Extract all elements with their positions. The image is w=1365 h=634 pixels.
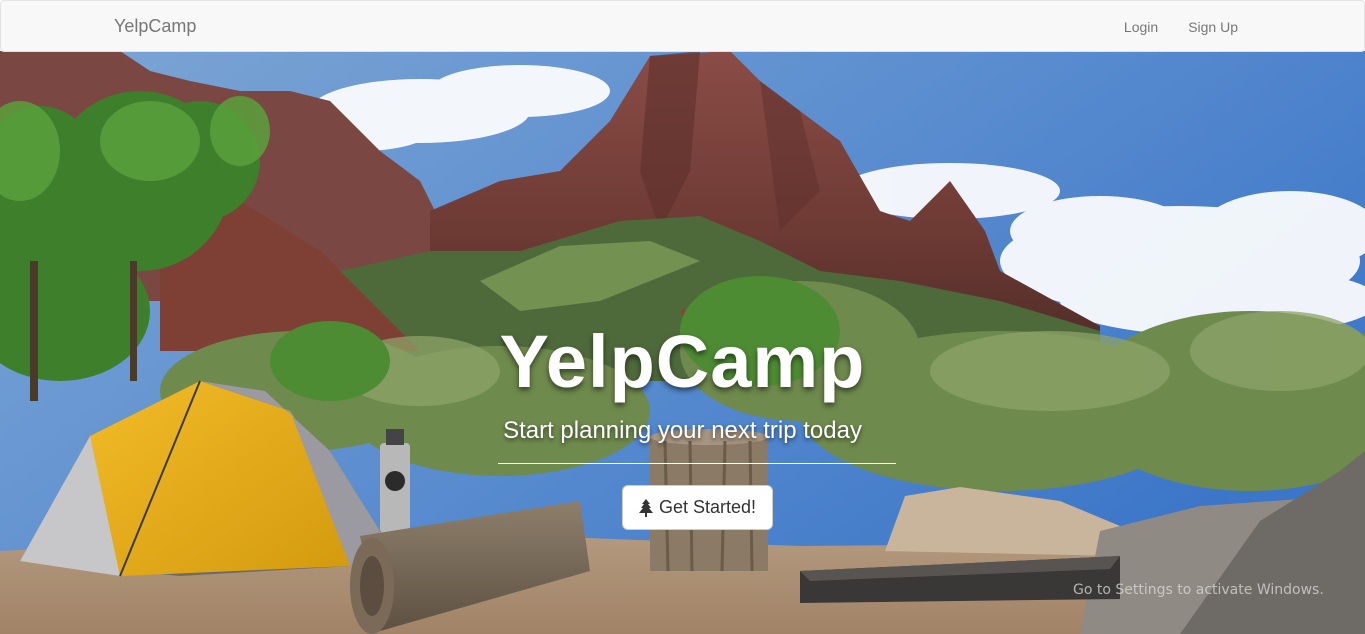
windows-activation-watermark: Go to Settings to activate Windows. xyxy=(1073,582,1324,598)
navbar-brand[interactable]: YelpCamp xyxy=(114,16,196,36)
navbar-right-links: Login Sign Up xyxy=(1124,17,1238,37)
header-divider xyxy=(498,463,896,464)
login-link[interactable]: Login xyxy=(1124,17,1158,37)
navbar: YelpCamp Login Sign Up xyxy=(0,0,1365,52)
landing-title: YelpCamp xyxy=(499,320,866,403)
tree-icon xyxy=(638,498,653,517)
landing-subtitle: Start planning your next trip today xyxy=(503,417,862,444)
signup-link[interactable]: Sign Up xyxy=(1188,17,1238,37)
get-started-button[interactable]: Get Started! xyxy=(622,485,773,530)
get-started-label: Get Started! xyxy=(658,497,757,517)
landing-header: YelpCamp Start planning your next trip t… xyxy=(0,51,1365,634)
landing-page: YelpCamp Login Sign Up YelpCamp Start pl… xyxy=(0,0,1365,634)
